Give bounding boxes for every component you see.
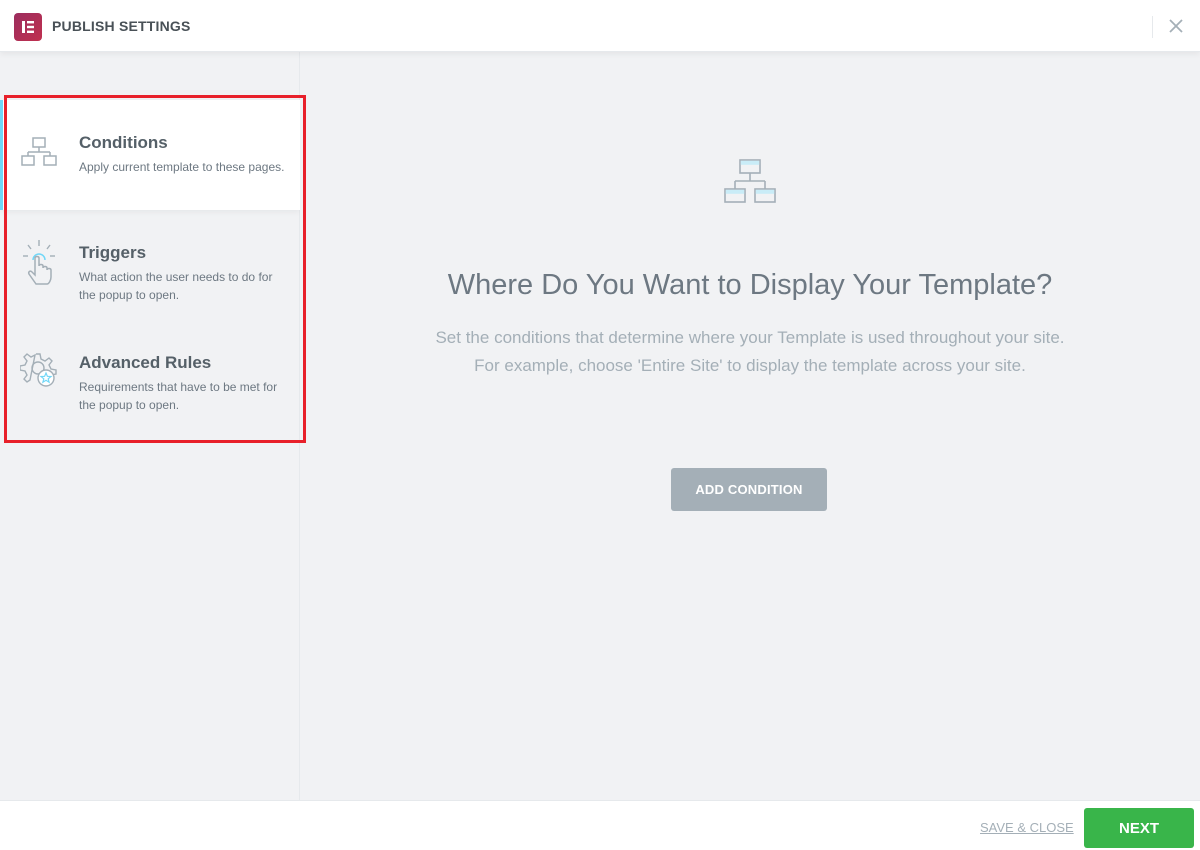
hand-pointer-icon bbox=[20, 238, 60, 291]
next-button[interactable]: NEXT bbox=[1084, 808, 1194, 848]
modal-header: PUBLISH SETTINGS bbox=[0, 0, 1200, 52]
description-line: Set the conditions that determine where … bbox=[435, 328, 1065, 347]
menu-item-title: Triggers bbox=[79, 243, 147, 262]
sitemap-icon bbox=[723, 157, 777, 212]
modal-footer: SAVE & CLOSE NEXT bbox=[0, 800, 1200, 850]
main-heading: Where Do You Want to Display Your Templa… bbox=[447, 269, 1053, 301]
active-indicator bbox=[0, 100, 3, 210]
description-line: For example, choose 'Entire Site' to dis… bbox=[474, 356, 1026, 375]
menu-item-description: Requirements that have to be met for the… bbox=[79, 380, 278, 412]
menu-item-title: Conditions bbox=[79, 133, 168, 152]
modal-title: PUBLISH SETTINGS bbox=[52, 18, 191, 34]
menu-item-description: What action the user needs to do for the… bbox=[79, 270, 273, 302]
main-description: Set the conditions that determine where … bbox=[300, 324, 1200, 380]
menu-item-title: Advanced Rules bbox=[79, 353, 212, 372]
save-and-close-link[interactable]: SAVE & CLOSE bbox=[980, 820, 1074, 835]
elementor-logo-icon bbox=[14, 13, 42, 41]
gear-star-icon bbox=[19, 350, 60, 395]
close-icon[interactable] bbox=[1166, 15, 1186, 37]
main-content: Where Do You Want to Display Your Templa… bbox=[300, 52, 1200, 800]
add-condition-button[interactable]: ADD CONDITION bbox=[671, 468, 827, 511]
sidebar-item-conditions[interactable]: Conditions Apply current template to the… bbox=[0, 100, 300, 210]
sidebar-item-triggers[interactable]: Triggers What action the user needs to d… bbox=[0, 210, 300, 320]
sidebar-item-advanced-rules[interactable]: Advanced Rules Requirements that have to… bbox=[0, 320, 300, 430]
settings-sidebar: Conditions Apply current template to the… bbox=[0, 52, 300, 800]
sitemap-icon bbox=[20, 130, 60, 175]
menu-item-description: Apply current template to these pages. bbox=[79, 160, 285, 174]
header-divider bbox=[1152, 16, 1153, 38]
